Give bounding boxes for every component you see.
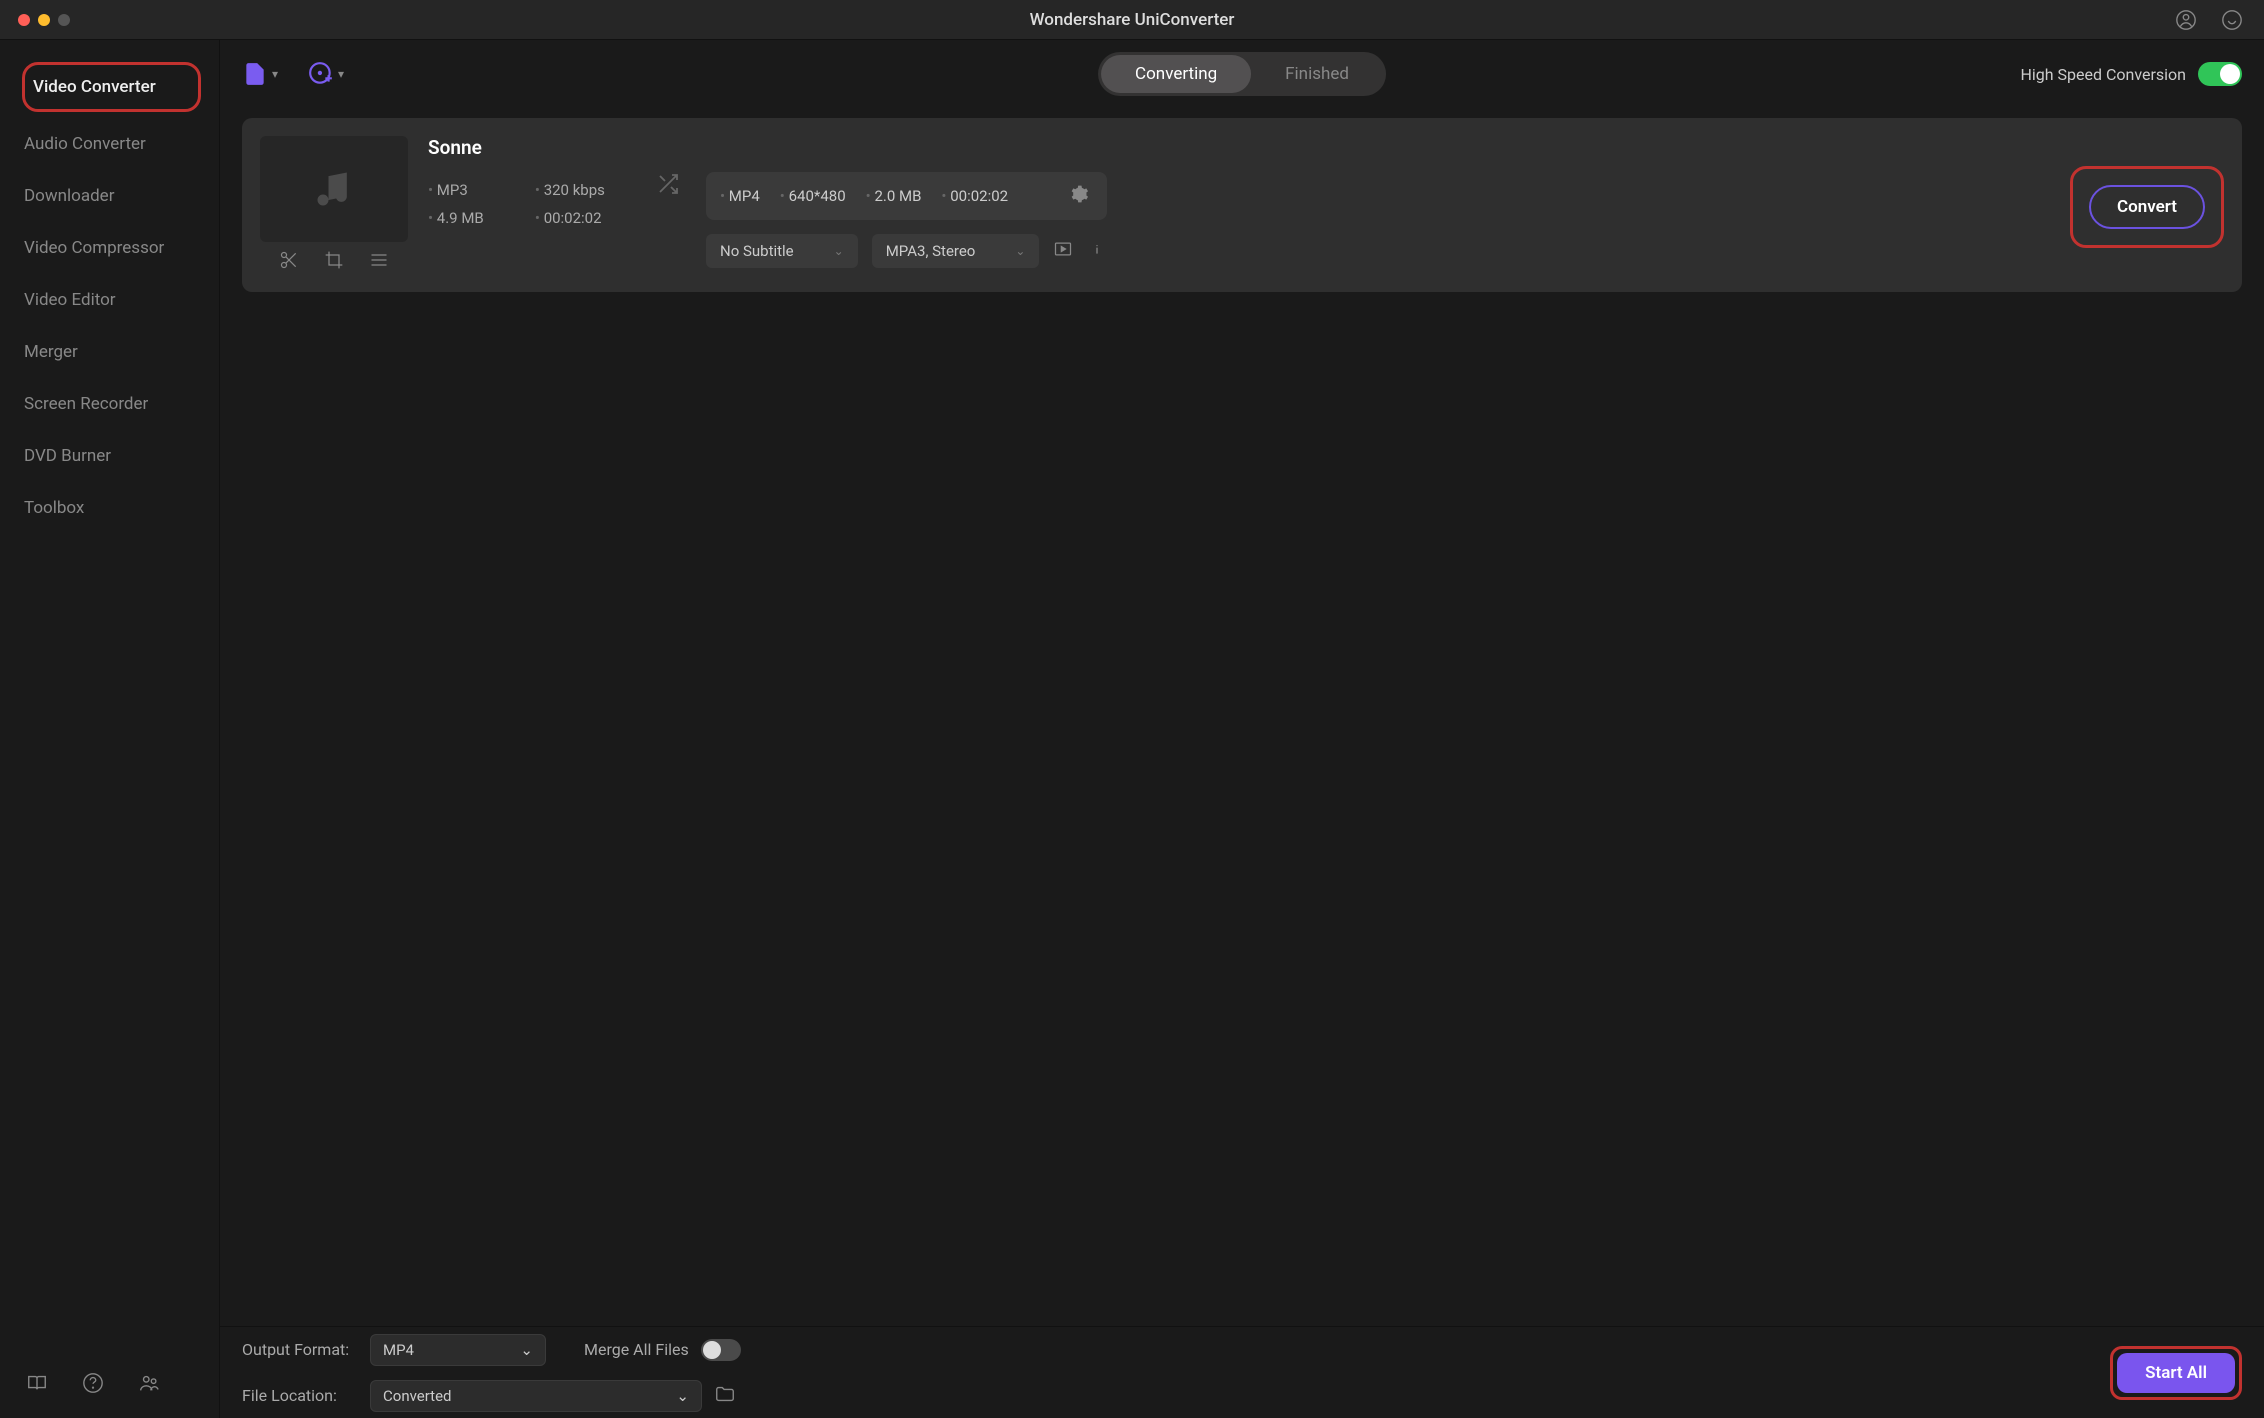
input-size: 4.9 MB [428,209,507,227]
start-all-button[interactable]: Start All [2117,1353,2235,1393]
sidebar-item-downloader[interactable]: Downloader [0,170,219,222]
audio-track-select[interactable]: MPA3, Stereo⌄ [872,234,1040,268]
chevron-down-icon: ⌄ [1015,244,1025,258]
chevron-down-icon: ⌄ [676,1387,689,1405]
input-duration: 00:02:02 [535,209,628,227]
chevron-down-icon: ▾ [272,67,278,81]
high-speed-toggle[interactable] [2198,62,2242,86]
sidebar-item-label: Screen Recorder [24,394,148,414]
sidebar-item-video-compressor[interactable]: Video Compressor [0,222,219,274]
gear-icon[interactable] [1065,184,1093,208]
feedback-icon[interactable] [2220,8,2244,32]
output-format: MP4 [720,187,760,205]
convert-button[interactable]: Convert [2089,185,2205,229]
open-folder-icon[interactable] [714,1383,736,1409]
close-window-button[interactable] [18,14,30,26]
output-resolution: 640*480 [780,187,846,205]
input-bitrate: 320 kbps [535,181,628,199]
file-thumbnail[interactable] [260,136,408,242]
tab-group: Converting Finished [1098,52,1386,96]
sidebar: Video Converter Audio Converter Download… [0,40,220,1418]
music-note-icon [312,167,356,211]
sidebar-item-dvd-burner[interactable]: DVD Burner [0,430,219,482]
output-size: 2.0 MB [866,187,922,205]
guide-icon[interactable] [26,1372,48,1398]
sidebar-item-label: Video Converter [33,77,156,97]
sidebar-item-label: Toolbox [24,498,84,518]
sidebar-item-audio-converter[interactable]: Audio Converter [0,118,219,170]
sidebar-item-screen-recorder[interactable]: Screen Recorder [0,378,219,430]
sidebar-item-merger[interactable]: Merger [0,326,219,378]
chevron-down-icon: ⌄ [520,1341,533,1359]
sidebar-item-label: Video Compressor [24,238,164,258]
maximize-window-button[interactable] [58,14,70,26]
help-icon[interactable] [82,1372,104,1398]
community-icon[interactable] [138,1372,160,1398]
add-dvd-button[interactable]: ▾ [308,61,344,87]
tab-converting[interactable]: Converting [1101,55,1251,93]
app-title: Wondershare UniConverter [1030,10,1235,30]
sidebar-item-label: Merger [24,342,78,362]
info-icon[interactable] [1087,239,1107,263]
preview-icon[interactable] [1053,239,1073,263]
output-format-select[interactable]: MP4⌄ [370,1334,546,1366]
sidebar-item-toolbox[interactable]: Toolbox [0,482,219,534]
tab-finished[interactable]: Finished [1251,55,1383,93]
subtitle-select[interactable]: No Subtitle⌄ [706,234,858,268]
sidebar-item-label: DVD Burner [24,446,111,466]
input-format: MP3 [428,181,507,199]
chevron-down-icon: ▾ [338,67,344,81]
window-controls [18,14,70,26]
shuffle-icon [656,136,680,196]
toolbar: ▾ ▾ Converting Finished High Speed Conve… [220,40,2264,108]
sidebar-item-label: Downloader [24,186,114,206]
sidebar-item-video-editor[interactable]: Video Editor [0,274,219,326]
add-file-button[interactable]: ▾ [242,61,278,87]
sidebar-item-label: Video Editor [24,290,116,310]
merge-toggle[interactable] [701,1339,741,1361]
output-settings-box[interactable]: MP4 640*480 2.0 MB 00:02:02 [706,172,1107,220]
output-format-label: Output Format: [242,1340,358,1359]
effects-icon[interactable] [369,250,389,274]
file-card: Sonne MP3 320 kbps 4.9 MB 00:02:02 MP4 6… [242,118,2242,292]
minimize-window-button[interactable] [38,14,50,26]
start-all-highlight: Start All [2110,1346,2242,1400]
file-location-label: File Location: [242,1386,358,1405]
file-name: Sonne [428,136,628,159]
crop-icon[interactable] [324,250,344,274]
sidebar-item-label: Audio Converter [24,134,146,154]
footer: Output Format: MP4⌄ Merge All Files File… [220,1326,2264,1418]
convert-highlight: Convert [2070,166,2224,248]
account-icon[interactable] [2174,8,2198,32]
chevron-down-icon: ⌄ [834,244,844,258]
sidebar-item-video-converter[interactable]: Video Converter [22,62,201,112]
merge-label: Merge All Files [584,1340,689,1359]
file-location-select[interactable]: Converted⌄ [370,1380,702,1412]
trim-icon[interactable] [279,250,299,274]
high-speed-label: High Speed Conversion [2020,65,2186,84]
titlebar: Wondershare UniConverter [0,0,2264,40]
output-duration: 00:02:02 [941,187,1008,205]
